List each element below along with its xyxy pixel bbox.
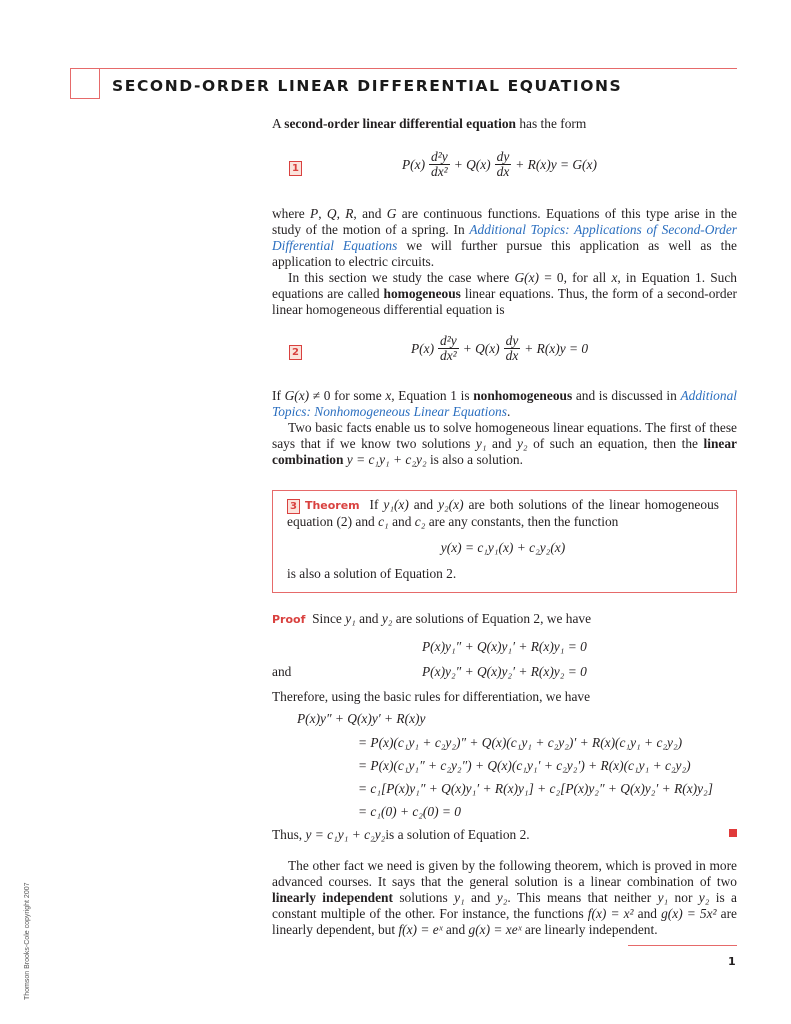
term-linearly-independent: linearly independent xyxy=(272,890,393,905)
equation-1-formula: P(x) d²y dx² + Q(x) dy dx + R(x)y = G(x) xyxy=(402,149,597,179)
paragraph-linear-independence: The other fact we need is given by the f… xyxy=(272,858,738,937)
theorem-label: Theorem xyxy=(304,499,360,512)
page-title: SECOND-ORDER LINEAR DIFFERENTIAL EQUATIO… xyxy=(112,77,623,95)
page-number: 1 xyxy=(728,955,736,968)
term-nonhomogeneous: nonhomogeneous xyxy=(473,388,573,403)
header-rule xyxy=(70,68,737,69)
header-corner-box xyxy=(70,68,100,99)
theorem-conclusion: is also a solution of Equation 2. xyxy=(287,566,457,581)
fraction-dy-dx: dy dx xyxy=(494,149,512,179)
paragraph-continuous-functions: where P, Q, R, and G are continuous func… xyxy=(272,206,737,317)
equation-number-2: 2 xyxy=(289,345,302,360)
proof-step-1: = P(x)(c₁y₁ + c₂y₂)″ + Q(x)(c₁y₁ + c₂y₂)… xyxy=(358,735,683,750)
theorem-formula: y(x) = c₁y₁(x) + c₂y₂(x) xyxy=(440,540,566,555)
equation-2: 2 P(x) d²y dx² + Q(x) dy dx + R(x)y = 0 xyxy=(272,334,737,374)
equation-2-formula: P(x) d²y dx² + Q(x) dy dx + R(x)y = 0 xyxy=(411,333,589,363)
equation-1: 1 P(x) d²y dx² + Q(x) dy dx + R(x)y = G(x) xyxy=(272,150,737,190)
proof-lhs: P(x)y″ + Q(x)y′ + R(x)y xyxy=(297,711,426,726)
proof-step-4: = c₁(0) + c₂(0) = 0 xyxy=(358,804,461,819)
fraction-d2y-dx2: d²y dx² xyxy=(438,333,459,363)
fraction-dy-dx: dy dx xyxy=(503,333,521,363)
theorem-statement: 3 Theorem If y₁(x) and y₂(x) are both so… xyxy=(287,497,719,581)
theorem-number: 3 xyxy=(287,499,300,514)
proof-label: Proof xyxy=(272,613,306,626)
term-homogeneous: homogeneous xyxy=(383,286,461,301)
paragraph-homogeneous: In this section we study the case where … xyxy=(272,270,737,317)
proof-and-label: and xyxy=(272,664,292,679)
equation-number-1: 1 xyxy=(289,161,302,176)
paragraph-basic-facts: Two basic facts enable us to solve homog… xyxy=(272,420,737,467)
term-second-order: second-order linear differential equatio… xyxy=(284,116,517,131)
paragraph-nonhomogeneous: If G(x) ≠ 0 for some x, Equation 1 is no… xyxy=(272,388,737,467)
proof-therefore: Therefore, using the basic rules for dif… xyxy=(272,689,591,704)
qed-square-icon xyxy=(729,829,737,837)
proof-step-2: = P(x)(c₁y₁″ + c₂y₂″) + Q(x)(c₁y₁′ + c₂y… xyxy=(358,758,691,773)
proof-equation-b: P(x)y₂″ + Q(x)y₂′ + R(x)y₂ = 0 xyxy=(422,664,587,679)
copyright-notice: Thomson Brooks-Cole copyright 2007 xyxy=(24,882,31,1000)
proof-conclusion: Thus, y = c₁y₁ + c₂y₂ is a solution of E… xyxy=(272,827,530,842)
proof-step-3: = c₁[P(x)y₁″ + Q(x)y₁′ + R(x)y₁] + c₂[P(… xyxy=(358,781,713,796)
fraction-d2y-dx2: d²y dx² xyxy=(429,149,450,179)
intro-paragraph: A second-order linear differential equat… xyxy=(272,116,587,131)
proof-equation-a: P(x)y₁″ + Q(x)y₁′ + R(x)y₁ = 0 xyxy=(422,639,587,654)
proof-intro: Proof Since y₁ and y₂ are solutions of E… xyxy=(272,611,592,626)
footer-rule xyxy=(628,945,737,946)
